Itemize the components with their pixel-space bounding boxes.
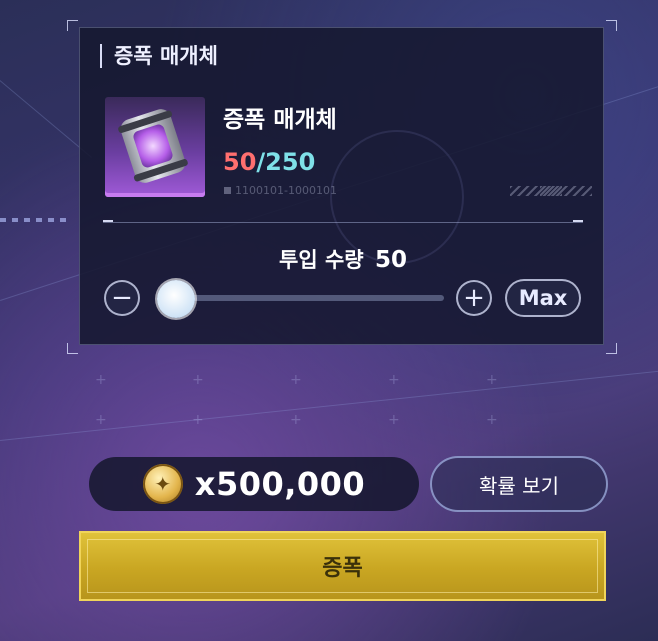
canister-shape — [117, 106, 189, 186]
item-name: 증폭 매개체 — [223, 107, 337, 133]
item-count: 50/250 — [223, 148, 315, 176]
cost-amount: x500,000 — [194, 465, 366, 503]
quantity-slider-thumb[interactable] — [157, 280, 195, 318]
input-quantity-label: 투입 수량 50 — [0, 244, 658, 274]
amplify-button-label: 증폭 — [322, 556, 363, 581]
item-code-text: 1100101-1000101 — [235, 184, 337, 197]
increase-button[interactable]: + — [456, 280, 492, 316]
amplify-button[interactable]: 증폭 — [79, 531, 606, 601]
canister-core — [131, 122, 175, 170]
panel-corner-bracket — [606, 20, 617, 31]
cost-display: ✦ x500,000 — [89, 457, 419, 511]
panel-corner-bracket — [67, 20, 78, 31]
background-dots — [0, 218, 70, 222]
background-plus-icon: + — [486, 412, 498, 428]
coin-emblem: ✦ — [154, 472, 172, 496]
quantity-slider-track[interactable] — [160, 295, 444, 301]
hatch-decoration — [540, 186, 592, 196]
background-plus-icon: + — [388, 372, 400, 388]
background-plus-icon: + — [192, 372, 204, 388]
background-plus-icon: + — [192, 412, 204, 428]
divider-tick — [103, 220, 113, 222]
max-button[interactable]: Max — [505, 279, 581, 317]
view-probability-button[interactable]: 확률 보기 — [430, 456, 608, 512]
background-plus-icon: + — [290, 412, 302, 428]
divider-tick — [573, 220, 583, 222]
code-square-icon — [224, 187, 231, 194]
background-plus-icon: + — [486, 372, 498, 388]
item-code: 1100101-1000101 — [224, 184, 337, 197]
panel-corner-bracket — [67, 343, 78, 354]
background-plus-icon: + — [95, 412, 107, 428]
required-count: 250 — [265, 148, 316, 176]
plus-icon: + — [463, 283, 485, 313]
minus-icon: − — [111, 283, 133, 313]
divider — [103, 222, 583, 223]
background-plus-icon: + — [95, 372, 107, 388]
purple-canister-icon[interactable] — [105, 97, 205, 197]
input-label-text: 투입 수량 — [279, 248, 364, 272]
background-plus-icon: + — [290, 372, 302, 388]
count-separator: / — [256, 148, 266, 176]
input-quantity-value: 50 — [374, 247, 407, 273]
owned-count: 50 — [223, 148, 257, 176]
gold-coin-icon: ✦ — [142, 464, 183, 504]
decrease-button[interactable]: − — [104, 280, 140, 316]
panel-corner-bracket — [606, 343, 617, 354]
background-plus-icon: + — [388, 412, 400, 428]
panel-title: 증폭 매개체 — [100, 44, 218, 68]
